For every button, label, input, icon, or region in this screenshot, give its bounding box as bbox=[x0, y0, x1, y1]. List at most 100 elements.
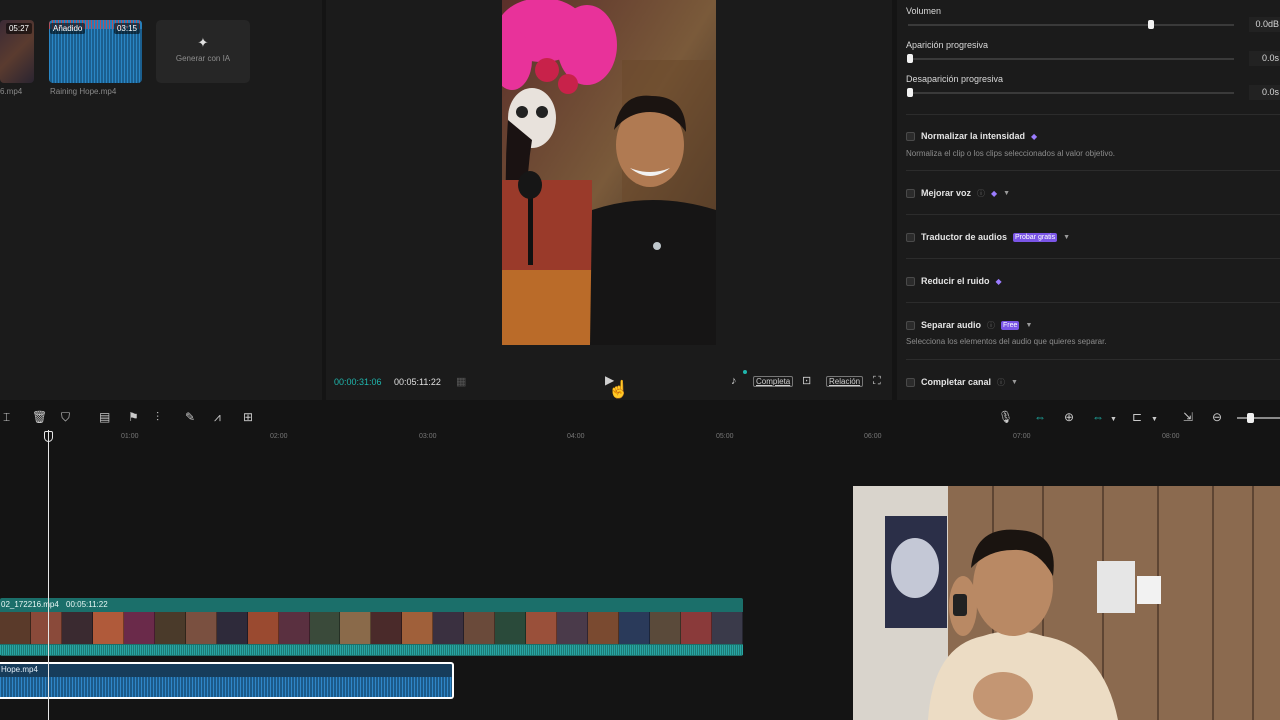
mouse-cursor-icon: ☝ bbox=[608, 380, 630, 399]
delete-icon[interactable]: 🗑 bbox=[32, 411, 47, 423]
ruler-tick: 03:00 bbox=[419, 433, 437, 440]
divider bbox=[906, 170, 1280, 171]
complete-channel-row[interactable]: Completar canal ⓘ ▼ bbox=[906, 375, 1018, 389]
microphone-icon[interactable]: 🎙 bbox=[998, 411, 1013, 423]
snapshot-icon[interactable]: ⊡ bbox=[802, 376, 811, 387]
magic-wand-icon[interactable]: ✎ bbox=[185, 411, 195, 423]
timeline-toolbar: ⌶ 🗑 ⛉ ▤ ⚑ ⫶ ✎ ⩘ ⊞ 🎙 ⇔ ⊕ ⇔ ▼ ⊏ ▼ ⇲ ⊖ bbox=[0, 404, 1280, 430]
link-clips-icon[interactable]: ⇔ bbox=[1034, 411, 1046, 423]
divider bbox=[906, 302, 1280, 303]
timecode-format-icon[interactable]: ▦ bbox=[456, 377, 466, 388]
chevron-down-icon[interactable]: ▼ bbox=[1025, 322, 1032, 329]
separate-audio-checkbox[interactable] bbox=[906, 320, 915, 330]
video-audio-waveform bbox=[0, 645, 743, 655]
video-filmstrip bbox=[0, 612, 743, 644]
video-clip[interactable]: 02_172216.mp4 00:05:11:22 bbox=[0, 598, 743, 656]
aspect-ratio-button[interactable]: Relación bbox=[826, 376, 864, 387]
audio-wave-icon[interactable]: ⩘ bbox=[214, 411, 221, 423]
enhance-voice-label: Mejorar voz bbox=[921, 188, 972, 198]
zoom-slider[interactable] bbox=[1237, 417, 1280, 419]
chevron-down-icon[interactable]: ▼ bbox=[1003, 190, 1010, 197]
chevron-down-icon[interactable]: ▼ bbox=[1011, 379, 1018, 386]
enhance-voice-row[interactable]: Mejorar voz ⓘ ◆ ▼ bbox=[906, 186, 1010, 200]
align-icon[interactable]: ⊏ bbox=[1132, 411, 1142, 423]
playhead-handle[interactable] bbox=[44, 431, 53, 442]
clip2-duration: 03:15 bbox=[113, 23, 140, 34]
chevron-down-icon[interactable]: ▼ bbox=[1063, 234, 1070, 241]
fade-in-slider-handle[interactable] bbox=[907, 54, 913, 63]
fade-in-label: Aparición progresiva bbox=[906, 40, 989, 50]
preview-axis-icon[interactable]: ⇔ bbox=[1092, 411, 1104, 423]
fade-in-value[interactable]: 0.0s bbox=[1249, 51, 1280, 66]
reduce-noise-row[interactable]: Reducir el ruido ◆ bbox=[906, 274, 1002, 288]
separate-audio-row[interactable]: Separar audio ⓘ Free ▼ bbox=[906, 318, 1032, 332]
audio-clip[interactable]: Hope.mp4 bbox=[0, 662, 454, 699]
chevron-down-icon[interactable]: ▼ bbox=[1110, 414, 1117, 426]
ruler-tick: 01:00 bbox=[121, 433, 139, 440]
normalize-row[interactable]: Normalizar la intensidad ◆ bbox=[906, 129, 1037, 143]
freeze-frame-icon[interactable]: ▤ bbox=[99, 411, 110, 423]
media-panel: 05:27 6.mp4 Añadido 03:15 Raining Hope.m… bbox=[0, 0, 322, 400]
clip1-duration: 05:27 bbox=[5, 23, 32, 34]
audio-translator-checkbox[interactable] bbox=[906, 232, 915, 242]
audio-translator-label: Traductor de audios bbox=[921, 232, 1008, 242]
separate-audio-label: Separar audio bbox=[921, 320, 982, 330]
generate-with-ai-button[interactable]: ✦ Generar con IA bbox=[156, 20, 250, 83]
video-frame-image bbox=[502, 0, 716, 345]
clip2-filename: Raining Hope.mp4 bbox=[50, 87, 117, 96]
snap-icon[interactable]: ⊕ bbox=[1064, 411, 1074, 423]
fade-out-slider-handle[interactable] bbox=[907, 88, 913, 97]
reduce-noise-label: Reducir el ruido bbox=[921, 276, 990, 286]
marker-icon[interactable]: ⚑ bbox=[128, 411, 139, 423]
zoom-slider-handle[interactable] bbox=[1247, 413, 1254, 423]
total-timecode: 00:05:11:22 bbox=[394, 377, 441, 387]
zoom-out-icon[interactable]: ⊖ bbox=[1212, 411, 1222, 423]
volume-slider[interactable] bbox=[908, 24, 1234, 26]
divider bbox=[906, 114, 1280, 115]
info-icon[interactable]: ⓘ bbox=[987, 320, 995, 331]
pro-gem-icon: ◆ bbox=[991, 188, 998, 198]
shield-icon[interactable]: ⛉ bbox=[61, 411, 70, 423]
chevron-down-icon[interactable]: ▼ bbox=[1151, 414, 1158, 426]
volume-value[interactable]: 0.0dB bbox=[1249, 17, 1280, 32]
ruler-tick: 05:00 bbox=[716, 433, 734, 440]
info-icon[interactable]: ⓘ bbox=[977, 188, 985, 199]
ruler-tick: 02:00 bbox=[270, 433, 288, 440]
fullscreen-icon[interactable]: ⛶ bbox=[873, 376, 881, 387]
ruler-tick: 08:00 bbox=[1162, 433, 1180, 440]
audio-properties-panel: Volumen 0.0dB Aparición progresiva 0.0s … bbox=[897, 0, 1280, 400]
video-preview[interactable] bbox=[502, 0, 716, 345]
clip1-filename: 6.mp4 bbox=[0, 87, 23, 96]
normalize-label: Normalizar la intensidad bbox=[921, 131, 1026, 141]
playhead[interactable] bbox=[48, 430, 49, 720]
full-quality-button[interactable]: Completa bbox=[753, 376, 794, 387]
pro-gem-icon: ◆ bbox=[995, 276, 1002, 286]
notification-dot bbox=[743, 370, 747, 374]
divider bbox=[906, 258, 1280, 259]
fit-icon[interactable]: ⇲ bbox=[1183, 411, 1193, 423]
video-clip-length: 00:05:11:22 bbox=[66, 600, 108, 609]
separate-audio-description: Selecciona los elementos del audio que q… bbox=[906, 337, 1107, 346]
adjust-icon[interactable]: ⫶ bbox=[156, 411, 159, 423]
enhance-voice-checkbox[interactable] bbox=[906, 188, 915, 198]
audio-translator-row[interactable]: Traductor de audios Probar gratis ▼ bbox=[906, 230, 1070, 244]
split-icon[interactable]: ⌶ bbox=[3, 411, 10, 423]
media-thumb-clip2[interactable]: Añadido 03:15 bbox=[49, 20, 142, 83]
timeline-ruler[interactable]: 01:00 02:00 03:00 04:00 05:00 06:00 07:0… bbox=[0, 430, 1280, 444]
volume-slider-handle[interactable] bbox=[1148, 20, 1154, 29]
reduce-noise-checkbox[interactable] bbox=[906, 276, 915, 286]
ruler-tick: 06:00 bbox=[864, 433, 882, 440]
normalize-checkbox[interactable] bbox=[906, 131, 915, 141]
fade-in-slider[interactable] bbox=[908, 58, 1234, 60]
media-thumb-clip1[interactable]: 05:27 bbox=[0, 20, 34, 83]
sparkle-icon: ✦ bbox=[197, 35, 209, 50]
fade-out-slider[interactable] bbox=[908, 92, 1234, 94]
info-icon[interactable]: ⓘ bbox=[997, 377, 1005, 388]
fade-out-value[interactable]: 0.0s bbox=[1249, 85, 1280, 100]
webcam-image bbox=[853, 486, 1280, 720]
crop-icon[interactable]: ⊞ bbox=[243, 411, 253, 423]
pro-gem-icon: ◆ bbox=[1031, 131, 1038, 141]
tiktok-icon[interactable]: ♪ bbox=[731, 376, 737, 387]
complete-channel-checkbox[interactable] bbox=[906, 377, 915, 387]
ruler-tick: 04:00 bbox=[567, 433, 585, 440]
